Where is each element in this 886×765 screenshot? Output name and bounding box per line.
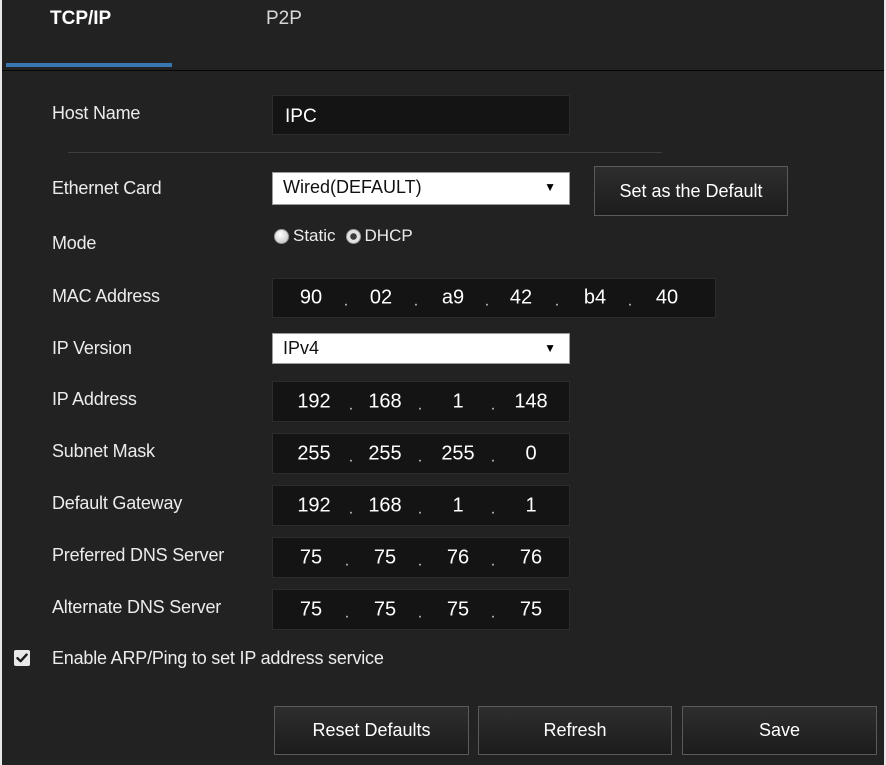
static-radio-label: Static	[293, 226, 336, 245]
ethernet-card-label: Ethernet Card	[52, 178, 162, 198]
dns-octet[interactable]: 75	[300, 598, 322, 621]
alternate-dns-field[interactable]: 75 . 75 . 75 . 75	[272, 589, 570, 630]
separator-dot: .	[417, 500, 423, 518]
ip-octet[interactable]: 192	[297, 390, 330, 413]
ip-octet[interactable]: 1	[452, 390, 463, 413]
mode-radio-group: Static DHCP	[274, 226, 419, 246]
tab-bar: TCP/IP P2P	[2, 0, 884, 71]
separator-dot: .	[490, 396, 496, 414]
mac-segment[interactable]: b4	[584, 287, 606, 310]
subnet-octet[interactable]: 255	[441, 442, 474, 465]
dns-octet[interactable]: 75	[300, 546, 322, 569]
separator-dot: .	[417, 604, 423, 622]
separator-dot: .	[344, 604, 350, 622]
dns-octet[interactable]: 76	[447, 546, 469, 569]
separator-dot: .	[344, 552, 350, 570]
dns-octet[interactable]: 75	[520, 598, 542, 621]
mac-address-field[interactable]: 90 . 02 . a9 . 42 . b4 . 40	[272, 278, 716, 318]
dns-octet[interactable]: 75	[374, 546, 396, 569]
mac-address-label: MAC Address	[52, 286, 160, 306]
ip-octet[interactable]: 168	[368, 390, 401, 413]
separator-dot: .	[348, 396, 354, 414]
mac-segment[interactable]: 40	[656, 287, 678, 310]
separator-dot: .	[490, 500, 496, 518]
separator-dot: .	[490, 448, 496, 466]
ethernet-card-value: Wired(DEFAULT)	[283, 177, 422, 197]
refresh-button[interactable]: Refresh	[478, 706, 672, 755]
host-name-label: Host Name	[52, 103, 141, 123]
tab-tcp-ip[interactable]: TCP/IP	[50, 8, 111, 30]
dns-octet[interactable]: 76	[520, 546, 542, 569]
separator-dot: .	[417, 552, 423, 570]
gateway-octet[interactable]: 1	[525, 494, 536, 517]
default-gateway-label: Default Gateway	[52, 493, 183, 513]
default-gateway-field[interactable]: 192 . 168 . 1 . 1	[272, 485, 570, 526]
save-button[interactable]: Save	[682, 706, 877, 755]
host-name-value: IPC	[285, 106, 317, 127]
separator-dot: .	[490, 604, 496, 622]
chevron-down-icon: ▼	[544, 180, 556, 194]
separator-dot: .	[348, 448, 354, 466]
separator-dot: .	[627, 292, 633, 310]
host-name-field[interactable]: IPC	[272, 95, 570, 135]
reset-defaults-button[interactable]: Reset Defaults	[274, 706, 469, 755]
preferred-dns-label: Preferred DNS Server	[52, 545, 225, 565]
separator-dot: .	[417, 396, 423, 414]
tab-p2p[interactable]: P2P	[266, 8, 302, 30]
ip-address-field[interactable]: 192 . 168 . 1 . 148	[272, 381, 570, 422]
subnet-octet[interactable]: 255	[368, 442, 401, 465]
subnet-octet[interactable]: 0	[525, 442, 536, 465]
subnet-mask-field[interactable]: 255 . 255 . 255 . 0	[272, 433, 570, 474]
active-tab-indicator	[6, 63, 172, 67]
ip-address-label: IP Address	[52, 389, 137, 409]
ip-version-select[interactable]: IPv4 ▼	[272, 333, 570, 364]
ip-version-value: IPv4	[283, 338, 320, 358]
ip-version-label: IP Version	[52, 338, 132, 358]
subnet-mask-label: Subnet Mask	[52, 441, 155, 461]
separator-dot: .	[343, 292, 349, 310]
mode-label: Mode	[52, 233, 97, 253]
arp-ping-label: Enable ARP/Ping to set IP address servic…	[52, 648, 384, 668]
static-radio[interactable]	[274, 228, 289, 244]
separator-dot: .	[554, 292, 560, 310]
arp-ping-checkbox[interactable]	[14, 650, 30, 666]
gateway-octet[interactable]: 1	[452, 494, 463, 517]
separator-dot: .	[348, 500, 354, 518]
ip-octet[interactable]: 148	[514, 390, 547, 413]
checkmark-icon	[16, 653, 28, 663]
dns-octet[interactable]: 75	[447, 598, 469, 621]
mac-segment[interactable]: 02	[370, 287, 392, 310]
separator-dot: .	[484, 292, 490, 310]
gateway-octet[interactable]: 168	[368, 494, 401, 517]
ethernet-card-select[interactable]: Wired(DEFAULT) ▼	[272, 172, 570, 205]
dhcp-radio-label: DHCP	[364, 226, 413, 245]
alternate-dns-label: Alternate DNS Server	[52, 597, 222, 617]
section-divider	[68, 152, 662, 153]
dhcp-radio[interactable]	[345, 228, 361, 244]
preferred-dns-field[interactable]: 75 . 75 . 76 . 76	[272, 537, 570, 578]
separator-dot: .	[490, 552, 496, 570]
network-settings-panel: TCP/IP P2P Host Name IPC Ethernet Card W…	[0, 0, 886, 765]
subnet-octet[interactable]: 255	[297, 442, 330, 465]
mac-segment[interactable]: 42	[510, 287, 532, 310]
separator-dot: .	[413, 292, 419, 310]
dns-octet[interactable]: 75	[374, 598, 396, 621]
chevron-down-icon: ▼	[544, 341, 556, 355]
separator-dot: .	[417, 448, 423, 466]
mac-segment[interactable]: a9	[442, 287, 464, 310]
mac-segment[interactable]: 90	[300, 287, 322, 310]
set-default-button[interactable]: Set as the Default	[594, 166, 788, 216]
gateway-octet[interactable]: 192	[297, 494, 330, 517]
